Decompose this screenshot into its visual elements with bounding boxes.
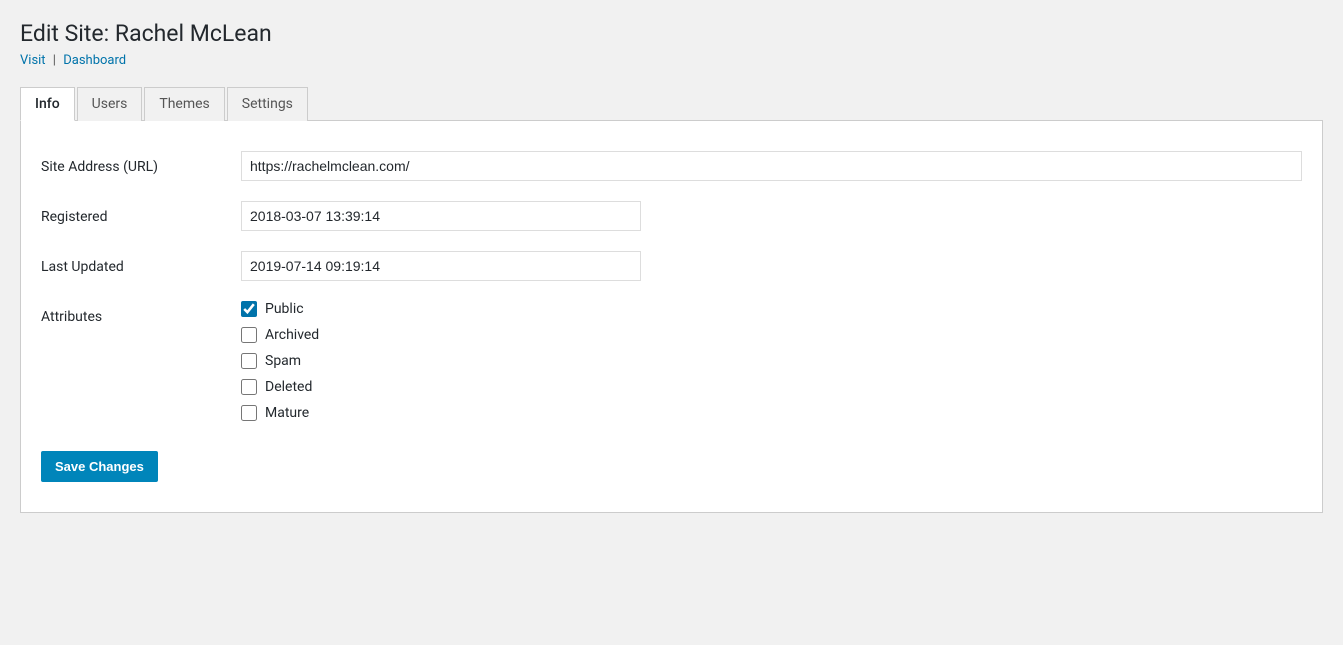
breadcrumb: Visit | Dashboard	[20, 53, 1323, 68]
registered-label: Registered	[41, 191, 241, 241]
last-updated-row: Last Updated	[41, 241, 1302, 291]
registered-cell	[241, 191, 1302, 241]
checkbox-group: Public Archived Spam	[241, 301, 1302, 421]
checkbox-public-item: Public	[241, 301, 1302, 317]
dashboard-link[interactable]: Dashboard	[63, 53, 126, 68]
tab-bar: Info Users Themes Settings	[20, 86, 1323, 121]
attributes-row: Attributes Public Archived	[41, 291, 1302, 431]
breadcrumb-separator: |	[53, 53, 56, 68]
checkbox-spam[interactable]	[241, 353, 257, 369]
save-changes-button[interactable]: Save Changes	[41, 451, 158, 482]
checkbox-archived[interactable]	[241, 327, 257, 343]
tab-themes[interactable]: Themes	[144, 87, 224, 121]
tab-settings[interactable]: Settings	[227, 87, 308, 121]
last-updated-input[interactable]	[241, 251, 641, 281]
form-table: Site Address (URL) Registered Last Updat…	[41, 141, 1302, 431]
checkbox-mature-item: Mature	[241, 405, 1302, 421]
checkbox-deleted[interactable]	[241, 379, 257, 395]
attributes-label: Attributes	[41, 291, 241, 431]
content-area: Site Address (URL) Registered Last Updat…	[20, 121, 1323, 513]
last-updated-label: Last Updated	[41, 241, 241, 291]
checkbox-archived-label: Archived	[265, 327, 319, 343]
checkbox-spam-label: Spam	[265, 353, 301, 369]
checkbox-public-label: Public	[265, 301, 304, 317]
registered-input[interactable]	[241, 201, 641, 231]
tab-users[interactable]: Users	[77, 87, 143, 121]
checkbox-spam-item: Spam	[241, 353, 1302, 369]
site-address-cell	[241, 141, 1302, 191]
page-title: Edit Site: Rachel McLean	[20, 20, 1323, 47]
page-wrapper: Edit Site: Rachel McLean Visit | Dashboa…	[0, 0, 1343, 553]
checkbox-mature[interactable]	[241, 405, 257, 421]
checkbox-public[interactable]	[241, 301, 257, 317]
tab-info[interactable]: Info	[20, 87, 75, 121]
visit-link[interactable]: Visit	[20, 53, 46, 68]
site-address-input[interactable]	[241, 151, 1302, 181]
checkbox-deleted-item: Deleted	[241, 379, 1302, 395]
registered-row: Registered	[41, 191, 1302, 241]
checkbox-deleted-label: Deleted	[265, 379, 312, 395]
checkbox-mature-label: Mature	[265, 405, 309, 421]
site-address-label: Site Address (URL)	[41, 141, 241, 191]
attributes-cell: Public Archived Spam	[241, 291, 1302, 431]
site-address-row: Site Address (URL)	[41, 141, 1302, 191]
last-updated-cell	[241, 241, 1302, 291]
checkbox-archived-item: Archived	[241, 327, 1302, 343]
